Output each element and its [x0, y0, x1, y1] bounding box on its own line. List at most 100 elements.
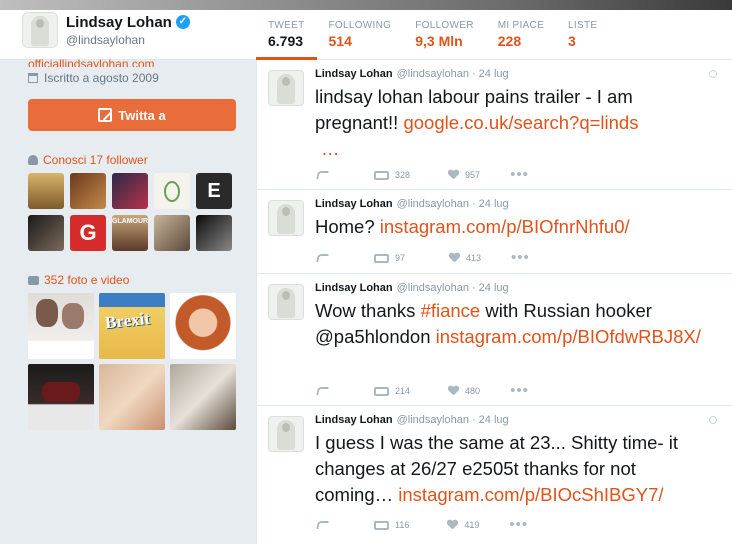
profile-stats: TWEET 6.793 FOLLOWING 514 FOLLOWER 9,3 M… — [256, 14, 609, 60]
reply-button[interactable] — [316, 521, 329, 529]
reply-button[interactable] — [316, 254, 329, 262]
tweet[interactable]: Lindsay Lohan @lindsaylohan · 24 lug Wow… — [257, 274, 732, 406]
profile-website-link[interactable]: officiallindsaylohan.com — [28, 57, 238, 67]
follower-avatar[interactable]: E — [196, 173, 232, 209]
tweet-actions: 328 957 ••• — [316, 166, 553, 183]
stat-lists[interactable]: LISTE 3 — [556, 14, 609, 60]
photo-thumbnail[interactable] — [28, 293, 94, 359]
tweet-header: Lindsay Lohan @lindsaylohan · 24 lug — [315, 68, 509, 80]
reply-button[interactable] — [316, 171, 329, 179]
profile-sidebar: officiallindsaylohan.com Iscritto a agos… — [28, 57, 238, 430]
retweet-count: 214 — [395, 386, 411, 396]
stat-value: 6.793 — [268, 33, 304, 49]
tweet-avatar[interactable] — [268, 70, 304, 106]
tweet[interactable]: Lindsay Lohan @lindsaylohan · 24 lug lin… — [257, 60, 732, 190]
followers-title-text: Conosci 17 follower — [43, 153, 148, 167]
followers-you-know-title[interactable]: Conosci 17 follower — [28, 153, 238, 167]
stat-tweets[interactable]: TWEET 6.793 — [256, 14, 317, 60]
photo-thumbnail[interactable] — [170, 364, 236, 430]
photo-thumbnail[interactable] — [170, 293, 236, 359]
tweet-avatar[interactable] — [268, 416, 304, 452]
tweet-date[interactable]: · 24 lug — [472, 414, 509, 426]
more-icon: ••• — [510, 382, 529, 399]
tweet-date[interactable]: · 24 lug — [472, 282, 509, 294]
tweet-author-handle[interactable]: @lindsaylohan — [397, 68, 469, 80]
camera-icon — [28, 275, 39, 285]
tweet-link[interactable]: instagram.com/p/BIOfnrNhfu0/ — [380, 216, 630, 237]
more-button[interactable]: ••• — [511, 249, 530, 266]
more-button[interactable]: ••• — [510, 166, 529, 183]
retweet-icon — [374, 253, 389, 263]
profile-name[interactable]: Lindsay Lohan — [66, 14, 172, 31]
follower-avatar[interactable] — [196, 215, 232, 251]
tweet-text: I guess I was the same at 23... Shitty t… — [315, 430, 715, 508]
tweet-header: Lindsay Lohan @lindsaylohan · 24 lug — [315, 414, 509, 426]
follower-avatar[interactable] — [28, 215, 64, 251]
tweet-author-handle[interactable]: @lindsaylohan — [397, 282, 469, 294]
stat-following[interactable]: FOLLOWING 514 — [317, 14, 404, 60]
follower-avatar[interactable] — [154, 173, 190, 209]
tweet-hashtag[interactable]: #fiance — [421, 300, 481, 321]
photos-videos-title[interactable]: 352 foto e video — [28, 273, 238, 287]
tweet-avatar[interactable] — [268, 200, 304, 236]
tweet-date[interactable]: · 24 lug — [472, 68, 509, 80]
follower-avatar[interactable]: G — [70, 215, 106, 251]
more-icon: ••• — [510, 166, 529, 183]
tweet-author-name[interactable]: Lindsay Lohan — [315, 68, 393, 80]
photo-thumbnail[interactable] — [99, 364, 165, 430]
follower-avatar[interactable] — [28, 173, 64, 209]
tweet-link-ellipsis[interactable]: … — [315, 138, 340, 159]
photo-thumbnail[interactable] — [28, 364, 94, 430]
tweet-date[interactable]: · 24 lug — [472, 198, 509, 210]
photo-thumbnail[interactable]: Brexit — [99, 293, 165, 359]
stat-label: FOLLOWER — [415, 20, 474, 31]
tweet-text: Home? instagram.com/p/BIOfnrNhfu0/ — [315, 214, 715, 240]
stat-label: TWEET — [268, 20, 305, 31]
tweet-link[interactable]: instagram.com/p/BIOfdwRBJ8X/ — [436, 326, 701, 347]
tweet-actions: 116 419 ••• — [316, 517, 552, 532]
tweet[interactable]: Lindsay Lohan @lindsaylohan · 24 lug I g… — [257, 406, 732, 544]
retweet-button[interactable]: 116 — [374, 520, 409, 530]
stat-followers[interactable]: FOLLOWER 9,3 Mln — [403, 14, 486, 60]
tweet-author-handle[interactable]: @lindsaylohan — [397, 198, 469, 210]
tweet-author-name[interactable]: Lindsay Lohan — [315, 198, 393, 210]
tweet-author-handle[interactable]: @lindsaylohan — [397, 414, 469, 426]
more-button[interactable]: ••• — [510, 382, 529, 399]
heart-icon — [448, 170, 459, 180]
tweet-link[interactable]: instagram.com/p/BIOcShIBGY7/ — [398, 484, 663, 505]
tweet-menu-icon[interactable] — [709, 416, 717, 424]
reply-button[interactable] — [316, 387, 329, 395]
retweet-button[interactable]: 214 — [374, 386, 410, 396]
tweet-author-name[interactable]: Lindsay Lohan — [315, 282, 393, 294]
more-icon: ••• — [511, 249, 530, 266]
tweet-avatar[interactable] — [268, 284, 304, 320]
stat-likes[interactable]: MI PIACE 228 — [486, 14, 556, 60]
follower-avatar-grid: E G GLAMOUR — [28, 173, 238, 251]
follower-avatar[interactable] — [70, 173, 106, 209]
retweet-button[interactable]: 97 — [374, 253, 405, 263]
stat-label: FOLLOWING — [328, 20, 392, 31]
reply-icon — [316, 521, 329, 529]
tweet-link[interactable]: google.co.uk/search?q=linds — [403, 112, 638, 133]
retweet-button[interactable]: 328 — [374, 170, 410, 180]
stat-value: 514 — [328, 33, 352, 49]
follower-avatar[interactable]: GLAMOUR — [112, 215, 148, 251]
follower-avatar[interactable] — [154, 215, 190, 251]
tweet-to-button[interactable]: Twitta a — [28, 99, 236, 131]
tweet-timeline: Lindsay Lohan @lindsaylohan · 24 lug lin… — [256, 60, 732, 544]
like-button[interactable]: 957 — [448, 170, 480, 180]
stat-value: 9,3 Mln — [415, 33, 463, 49]
avatar[interactable] — [22, 12, 58, 48]
tweet-menu-icon[interactable] — [709, 70, 717, 78]
tweet-author-name[interactable]: Lindsay Lohan — [315, 414, 393, 426]
like-button[interactable]: 419 — [447, 520, 479, 530]
like-count: 413 — [466, 253, 482, 263]
like-button[interactable]: 480 — [448, 386, 480, 396]
stat-value: 228 — [497, 33, 522, 49]
profile-mini-card[interactable]: Lindsay Lohan ✓ @lindsaylohan — [22, 12, 190, 48]
follower-avatar[interactable] — [112, 173, 148, 209]
more-button[interactable]: ••• — [509, 517, 528, 532]
tweet[interactable]: Lindsay Lohan @lindsaylohan · 24 lug Hom… — [257, 190, 732, 274]
like-button[interactable]: 413 — [449, 253, 481, 263]
retweet-count: 328 — [395, 170, 411, 180]
